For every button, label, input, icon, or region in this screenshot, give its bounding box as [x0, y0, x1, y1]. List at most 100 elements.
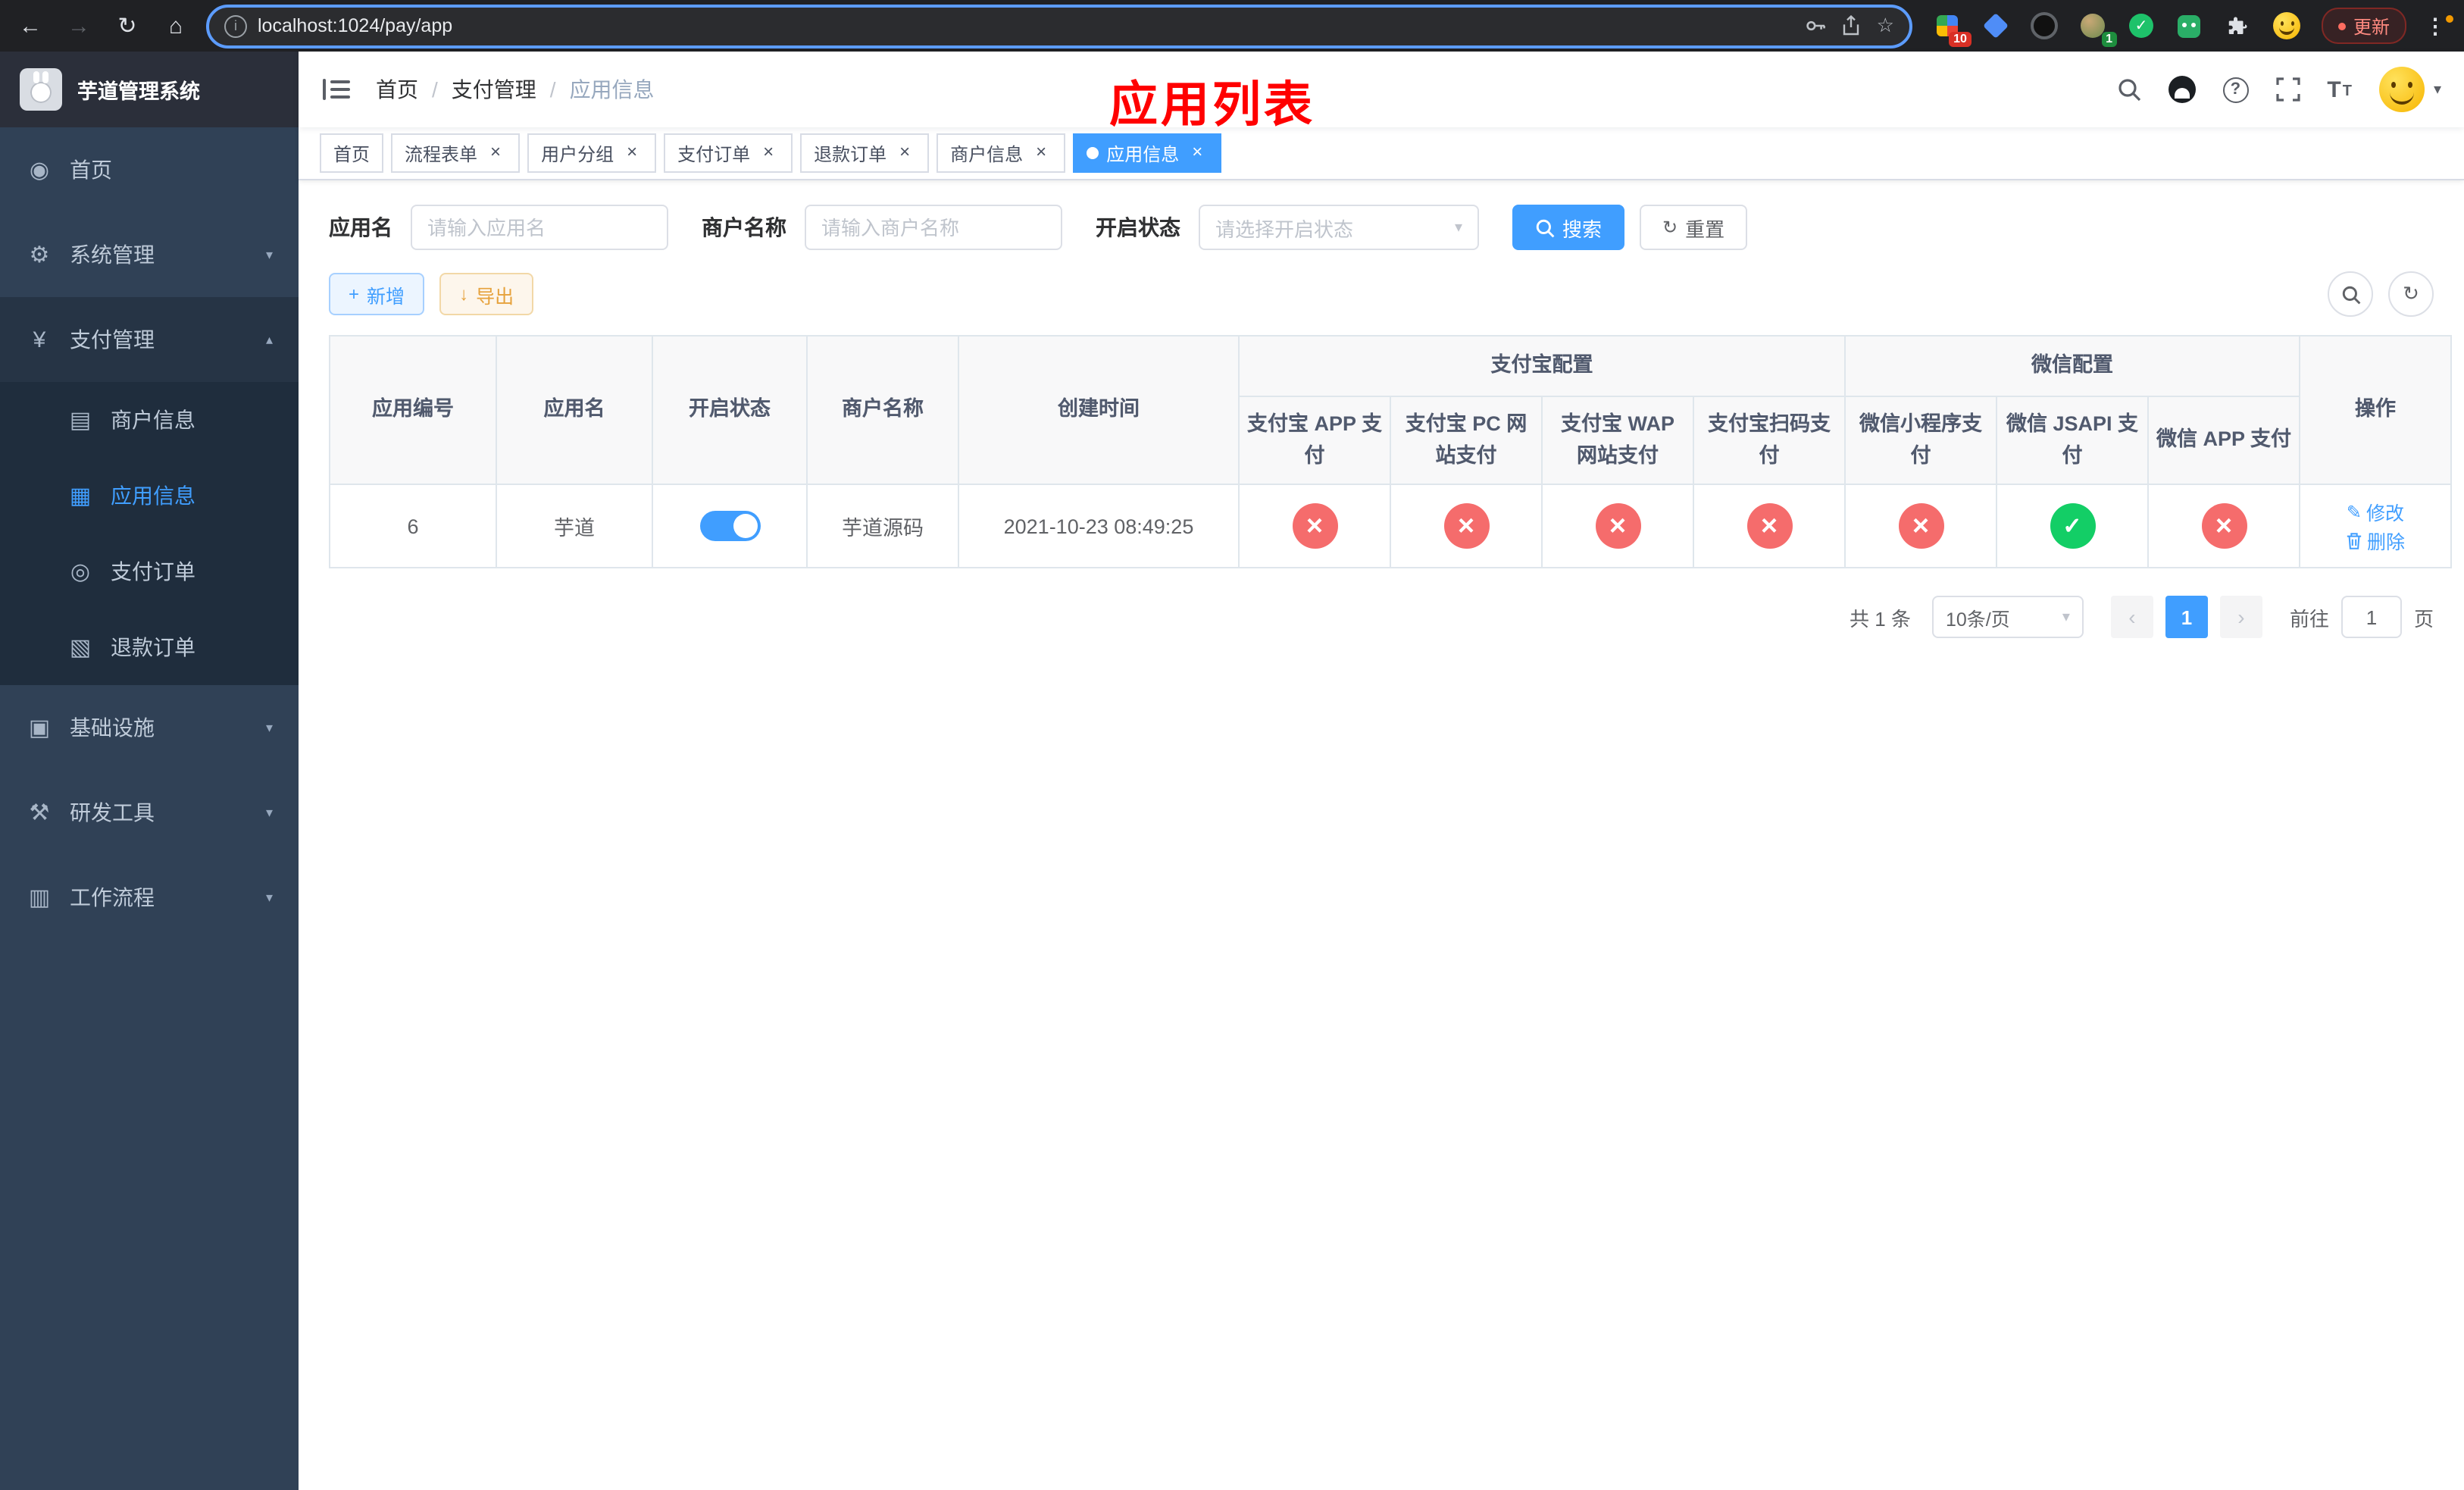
column-header-wechat-app: 微信 APP 支付 [2147, 396, 2300, 485]
sidebar-toggle-icon[interactable] [321, 74, 352, 105]
search-button[interactable]: 搜索 [1512, 205, 1625, 250]
status-label: 开启状态 [1096, 215, 1180, 239]
share-icon[interactable] [1842, 15, 1862, 36]
delete-button[interactable]: 删除 [2346, 526, 2405, 555]
tag-app-info[interactable]: 应用信息 [1073, 133, 1222, 173]
app-logo [20, 68, 62, 111]
goto-page-input[interactable] [2340, 596, 2402, 638]
extension-profile-icon[interactable]: 1 [2076, 9, 2117, 47]
github-icon[interactable] [2168, 76, 2196, 103]
cell-alipay-qr [1693, 484, 1846, 568]
merchant-name-input[interactable] [805, 205, 1062, 250]
caret-down-icon: ▾ [2433, 81, 2441, 98]
next-page-button[interactable]: › [2219, 596, 2262, 638]
tag-user-group[interactable]: 用户分组 [527, 133, 657, 173]
app-name-input[interactable] [411, 205, 668, 250]
browser-reload-icon[interactable]: ↻ [109, 8, 145, 44]
sidebar-item-payment[interactable]: ¥ 支付管理 [0, 297, 299, 382]
trash-icon [2347, 532, 2362, 549]
refresh-icon: ↻ [2403, 282, 2419, 305]
extension-dark-icon[interactable] [2028, 9, 2061, 42]
chevron-down-icon [1455, 219, 1462, 236]
group-header-alipay: 支付宝配置 [1238, 335, 1846, 397]
sidebar-item-infrastructure[interactable]: ▣ 基础设施 [0, 685, 299, 770]
export-button[interactable]: ↓ 导出 [439, 273, 534, 315]
main-area: 首页 / 支付管理 / 应用信息 TT [299, 52, 2464, 1490]
browser-home-icon[interactable]: ⌂ [158, 8, 194, 44]
config-cross-icon [1292, 503, 1337, 549]
sidebar-logo-row[interactable]: 芋道管理系统 [0, 52, 299, 127]
site-info-icon[interactable] [224, 14, 247, 37]
extension-grid-badge: 10 [1949, 32, 1972, 47]
refresh-table-button[interactable]: ↻ [2388, 271, 2434, 317]
edit-icon: ✎ [2346, 501, 2362, 522]
fullscreen-icon[interactable] [2275, 77, 2300, 102]
column-header-alipay-qr: 支付宝扫码支付 [1693, 396, 1846, 485]
extension-chat-icon[interactable] [2173, 9, 2206, 42]
cell-alipay-pc [1390, 484, 1543, 568]
close-icon[interactable] [621, 142, 643, 164]
sidebar-item-app-info[interactable]: ▦ 应用信息 [0, 458, 299, 534]
extensions-puzzle-icon[interactable] [2222, 9, 2255, 42]
reset-button-label: 重置 [1685, 218, 1725, 240]
browser-menu-icon[interactable]: ⋮ [2419, 13, 2453, 39]
extension-blue-icon[interactable] [1979, 9, 2012, 42]
page-1-button[interactable]: 1 [2165, 596, 2208, 638]
tag-refund-order[interactable]: 退款订单 [800, 133, 930, 173]
extension-dark-glyph [2030, 12, 2058, 39]
header-search-icon[interactable] [2116, 77, 2140, 102]
sidebar-item-merchant-info[interactable]: ▤ 商户信息 [0, 382, 299, 458]
edit-button[interactable]: ✎ 修改 [2347, 497, 2404, 526]
reset-button[interactable]: ↻ 重置 [1640, 205, 1748, 250]
config-cross-icon [1595, 503, 1640, 549]
cell-alipay-wap [1541, 484, 1694, 568]
url-bar[interactable]: localhost:1024/pay/app ☆ [206, 4, 1912, 48]
help-icon[interactable] [2222, 77, 2249, 102]
sidebar-item-pay-order[interactable]: ◎ 支付订单 [0, 534, 299, 609]
browser-forward-icon[interactable]: → [61, 8, 97, 44]
close-icon[interactable] [1030, 142, 1052, 164]
page-size-select[interactable]: 10条/页 [1931, 596, 2084, 638]
user-avatar[interactable]: ▾ [2378, 67, 2441, 112]
add-button[interactable]: + 新增 [329, 273, 425, 315]
toggle-search-button[interactable] [2328, 271, 2373, 317]
tag-pay-order[interactable]: 支付订单 [664, 133, 793, 173]
tag-process-form[interactable]: 流程表单 [391, 133, 521, 173]
breadcrumb-separator: / [549, 77, 556, 102]
merchant-name-label: 商户名称 [702, 215, 786, 239]
sidebar: 芋道管理系统 ◉ 首页 ⚙ 系统管理 ¥ 支付管理 ▤ 商户信息 [0, 52, 299, 1490]
tag-home[interactable]: 首页 [320, 133, 384, 173]
close-icon[interactable] [1187, 142, 1208, 164]
chevron-down-icon [266, 804, 273, 821]
extension-check-icon[interactable] [2125, 9, 2158, 42]
cell-merchant: 芋道源码 [806, 484, 959, 568]
close-icon[interactable] [485, 142, 506, 164]
filter-form: 应用名 商户名称 开启状态 请选择开启状态 [329, 205, 2434, 250]
column-header-app-id: 应用编号 [329, 335, 497, 485]
sidebar-item-workflow[interactable]: ▥ 工作流程 [0, 855, 299, 940]
download-icon: ↓ [459, 283, 469, 305]
page-content: 应用名 商户名称 开启状态 请选择开启状态 [299, 180, 2464, 1490]
browser-back-icon[interactable]: ← [12, 8, 48, 44]
extension-grid-icon[interactable]: 10 [1931, 9, 1972, 47]
browser-update-button[interactable]: 更新 [2321, 8, 2406, 44]
sidebar-item-home[interactable]: ◉ 首页 [0, 127, 299, 212]
sidebar-item-refund-order[interactable]: ▧ 退款订单 [0, 609, 299, 685]
status-toggle[interactable] [699, 511, 760, 541]
font-size-icon[interactable]: TT [2327, 78, 2352, 101]
breadcrumb-home[interactable]: 首页 [376, 74, 418, 105]
breadcrumb-payment[interactable]: 支付管理 [452, 74, 536, 105]
bookmark-star-icon[interactable]: ☆ [1877, 14, 1894, 38]
close-icon[interactable] [894, 142, 915, 164]
update-dot [2337, 22, 2346, 30]
status-select[interactable]: 请选择开启状态 [1199, 205, 1479, 250]
close-icon[interactable] [758, 142, 779, 164]
app-table: 应用编号 应用名 开启状态 商户名称 创建时间 支付宝配置 微信配置 操作 支付… [329, 335, 2452, 568]
sidebar-item-dev-tools[interactable]: ⚒ 研发工具 [0, 770, 299, 855]
sidebar-item-system[interactable]: ⚙ 系统管理 [0, 212, 299, 297]
emoji-extension-icon[interactable] [2270, 9, 2303, 42]
key-icon[interactable] [1806, 15, 1827, 36]
prev-page-button[interactable]: ‹ [2110, 596, 2153, 638]
tag-merchant-info[interactable]: 商户信息 [937, 133, 1066, 173]
url-text[interactable]: localhost:1024/pay/app [258, 15, 1795, 36]
